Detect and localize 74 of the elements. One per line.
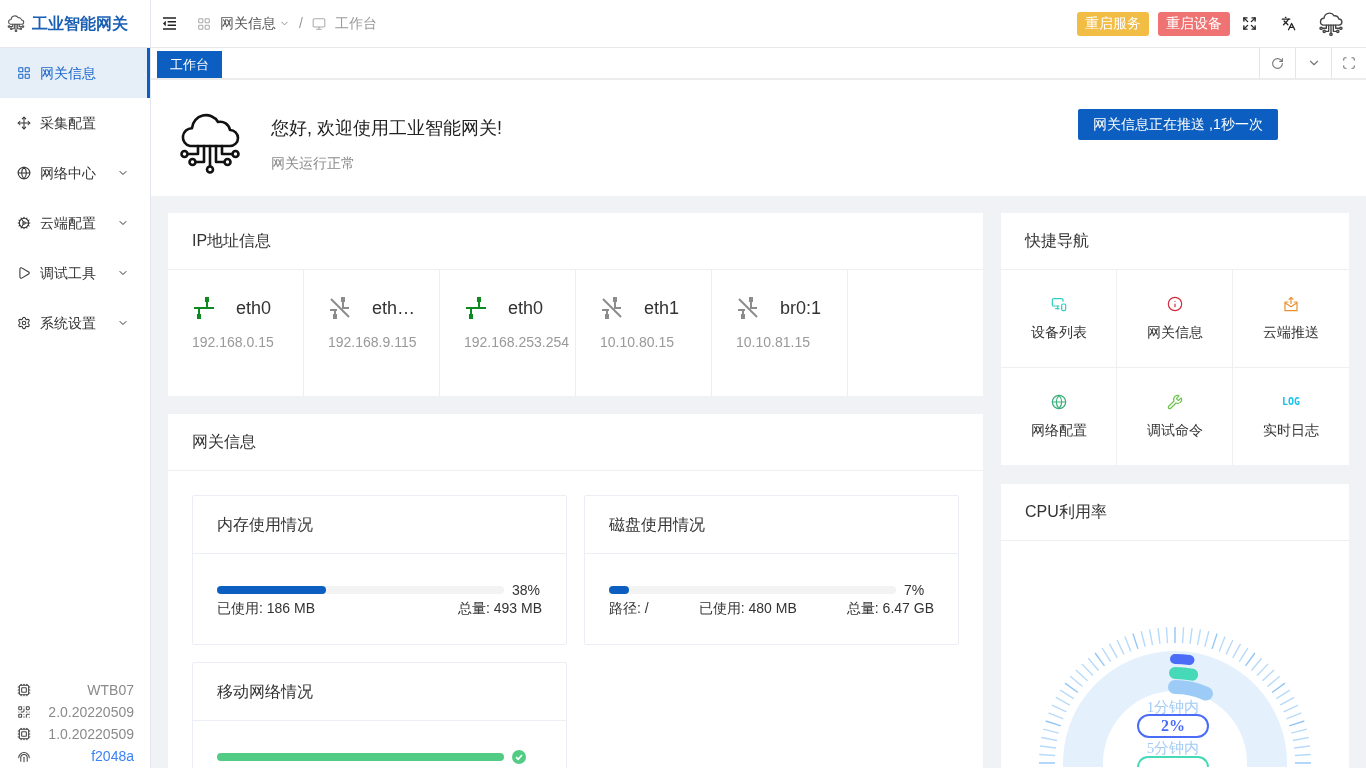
disk-path: 路径: /: [609, 599, 649, 618]
tab[interactable]: 工作台: [157, 51, 222, 78]
interface-name: eth0: [508, 297, 544, 320]
device-info-value: 2.0.20220509: [48, 702, 134, 722]
card-title: 内存使用情况: [217, 514, 313, 535]
quick-nav-item[interactable]: 网络配置: [1001, 368, 1117, 465]
ip-address: 10.10.81.15: [736, 333, 811, 352]
device-id-link[interactable]: f2048a: [91, 745, 134, 767]
cloud-logo-icon: [7, 15, 25, 32]
total-disk: 总量: 6.47 GB: [846, 599, 934, 618]
log-label: LOG: [1281, 395, 1301, 409]
qr-code-icon: [17, 705, 31, 719]
globe-icon: [1050, 394, 1067, 410]
devices-icon: [1050, 296, 1067, 312]
ip-address: 10.10.80.15: [600, 333, 675, 352]
quick-nav-item[interactable]: 调试命令: [1117, 368, 1233, 465]
card-title: 快捷导航: [1025, 231, 1089, 251]
globe-icon: [17, 166, 31, 180]
cloud-avatar-icon[interactable]: [1318, 11, 1344, 36]
welcome-title: 您好, 欢迎使用工业智能网关!: [271, 117, 502, 140]
card-title: 移动网络情况: [217, 681, 313, 702]
menu-fold-icon[interactable]: [162, 17, 177, 30]
breadcrumb-separator: /: [299, 14, 303, 33]
total-memory: 总量: 493 MB: [457, 599, 542, 618]
breadcrumb-current: 工作台: [334, 14, 377, 33]
fullscreen-icon[interactable]: [1242, 16, 1257, 31]
reading-caption: 5分钟内: [1146, 741, 1200, 756]
card-title: IP地址信息: [192, 231, 272, 251]
reading-caption: 1分钟内: [1146, 700, 1200, 715]
gauge-bar: [1170, 654, 1195, 665]
push-status-button[interactable]: 网关信息正在推送 ,1秒一次: [1078, 109, 1278, 140]
used-memory: 已使用: 186 MB: [217, 599, 316, 618]
cog-icon: [17, 216, 31, 230]
pill-outline: [1137, 756, 1209, 767]
grid-icon: [17, 66, 31, 80]
quick-nav-item[interactable]: 云端推送: [1233, 270, 1349, 368]
monitor-icon: [311, 16, 326, 31]
device-info-value: WTB07: [87, 680, 134, 700]
app-title: 工业智能网关: [32, 13, 128, 34]
quick-nav-item[interactable]: 设备列表: [1001, 270, 1117, 368]
ip-address: 192.168.253.254: [464, 333, 571, 352]
ip-address: 192.168.0.15: [192, 333, 275, 352]
quick-nav-item[interactable]: LOG 实时日志: [1233, 368, 1349, 465]
mail-upload-icon: [1283, 296, 1299, 312]
grid-icon: [197, 16, 211, 31]
interface-name: eth…: [372, 297, 416, 320]
interface-name: br0:1: [780, 297, 822, 320]
cloud-circuit-icon: [178, 112, 242, 174]
chip-icon: [17, 683, 31, 697]
progress-percent: 38%: [512, 582, 541, 598]
progress-percent: 7%: [904, 582, 925, 598]
card-title: 网关信息: [192, 432, 256, 452]
play-icon: [17, 266, 31, 280]
arrows-icon: [17, 116, 31, 130]
frame-icon: [1342, 56, 1356, 70]
card-title: 磁盘使用情况: [609, 514, 705, 535]
card-title: CPU利用率: [1025, 502, 1107, 522]
breadcrumb-link[interactable]: 网关信息: [220, 13, 290, 34]
interface-name: eth0: [236, 297, 272, 320]
info-icon: [1166, 296, 1183, 312]
device-info-value: 1.0.20220509: [48, 724, 134, 744]
sidebar-item[interactable]: 网关信息: [0, 48, 150, 98]
quick-nav-item[interactable]: 网关信息: [1117, 270, 1233, 368]
chip-icon: [17, 727, 31, 741]
fingerprint-icon: [17, 749, 31, 763]
translate-icon[interactable]: [1281, 16, 1296, 31]
refresh-icon: [1271, 56, 1284, 70]
ip-address: 192.168.9.115: [328, 333, 418, 352]
settings-icon: [17, 316, 31, 330]
reading-value: 2%: [1137, 714, 1209, 738]
wrench-icon: [1166, 394, 1183, 410]
interface-name: eth1: [644, 297, 680, 320]
used-disk: 已使用: 480 MB: [698, 599, 797, 618]
status-text: 网关运行正常: [271, 154, 356, 173]
